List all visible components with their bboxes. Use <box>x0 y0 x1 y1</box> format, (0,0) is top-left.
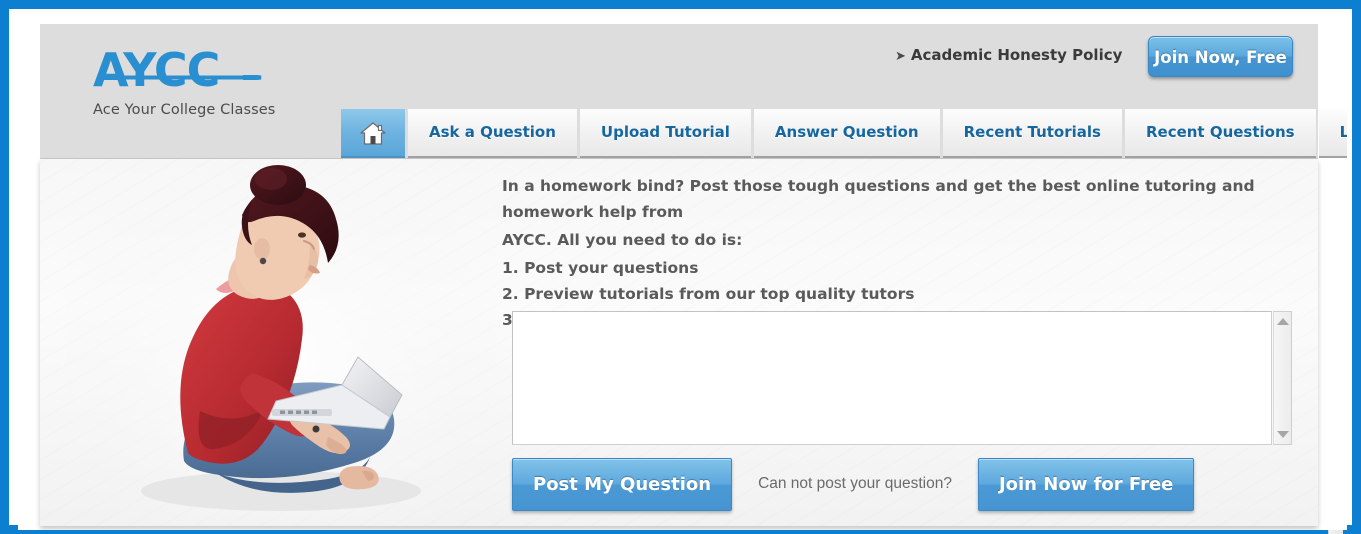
triangle-down-icon[interactable] <box>1277 431 1289 438</box>
intro-line-1: In a homework bind? Post those tough que… <box>502 177 1255 221</box>
nav-tab-answer-question[interactable]: Answer Question <box>753 109 940 158</box>
nav-tab-recent-tutorials[interactable]: Recent Tutorials <box>942 109 1122 158</box>
logo-wordmark: AYCC <box>93 43 220 97</box>
nav-tab-login[interactable]: Login <box>1318 109 1347 158</box>
triangle-up-icon[interactable] <box>1277 318 1289 325</box>
logo-tagline: Ace Your College Classes <box>93 102 276 118</box>
academic-honesty-policy-link[interactable]: ➤ Academic Honesty Policy <box>895 46 1122 64</box>
intro-line-2: AYCC. All you need to do is: <box>502 231 743 249</box>
cannot-post-text: Can not post your question? <box>758 475 952 492</box>
site-header: AYCC Ace Your College Classes ➤ Academic … <box>40 24 1347 159</box>
nav-tab-recent-questions[interactable]: Recent Questions <box>1124 109 1316 158</box>
question-input-group <box>512 311 1292 445</box>
logo-mark: AYCC <box>93 44 273 96</box>
post-my-question-button[interactable]: Post My Question <box>512 457 733 511</box>
intro-copy: In a homework bind? Post those tough que… <box>502 173 1307 333</box>
intro-step-2: 2. Preview tutorials from our top qualit… <box>502 285 915 303</box>
nav-tab-upload-tutorial[interactable]: Upload Tutorial <box>579 109 751 158</box>
browser-page-frame: AYCC Ace Your College Classes ➤ Academic … <box>0 0 1361 534</box>
academic-honesty-policy-label: Academic Honesty Policy <box>910 46 1123 64</box>
intro-step-1: 1. Post your questions <box>502 259 699 277</box>
nav-tab-ask-a-question[interactable]: Ask a Question <box>408 109 577 158</box>
question-input-scrollbar[interactable] <box>1273 311 1292 445</box>
home-icon <box>360 122 386 145</box>
nav-tab-home[interactable] <box>341 109 405 158</box>
question-input[interactable] <box>512 311 1272 445</box>
join-now-free-button[interactable]: Join Now, Free <box>1148 36 1293 77</box>
join-now-for-free-button[interactable]: Join Now for Free <box>977 457 1195 511</box>
action-row: Post My Question Can not post your quest… <box>512 456 1312 512</box>
site-logo[interactable]: AYCC Ace Your College Classes <box>93 44 343 118</box>
main-navigation: Ask a Question Upload Tutorial Answer Qu… <box>341 103 1347 158</box>
main-content-panel: In a homework bind? Post those tough que… <box>40 159 1318 526</box>
arrow-right-small-icon: ➤ <box>895 49 906 64</box>
arrow-right-icon <box>101 75 262 80</box>
site-container: AYCC Ace Your College Classes ➤ Academic … <box>18 18 1347 530</box>
woman-with-laptop-photo <box>66 161 496 524</box>
